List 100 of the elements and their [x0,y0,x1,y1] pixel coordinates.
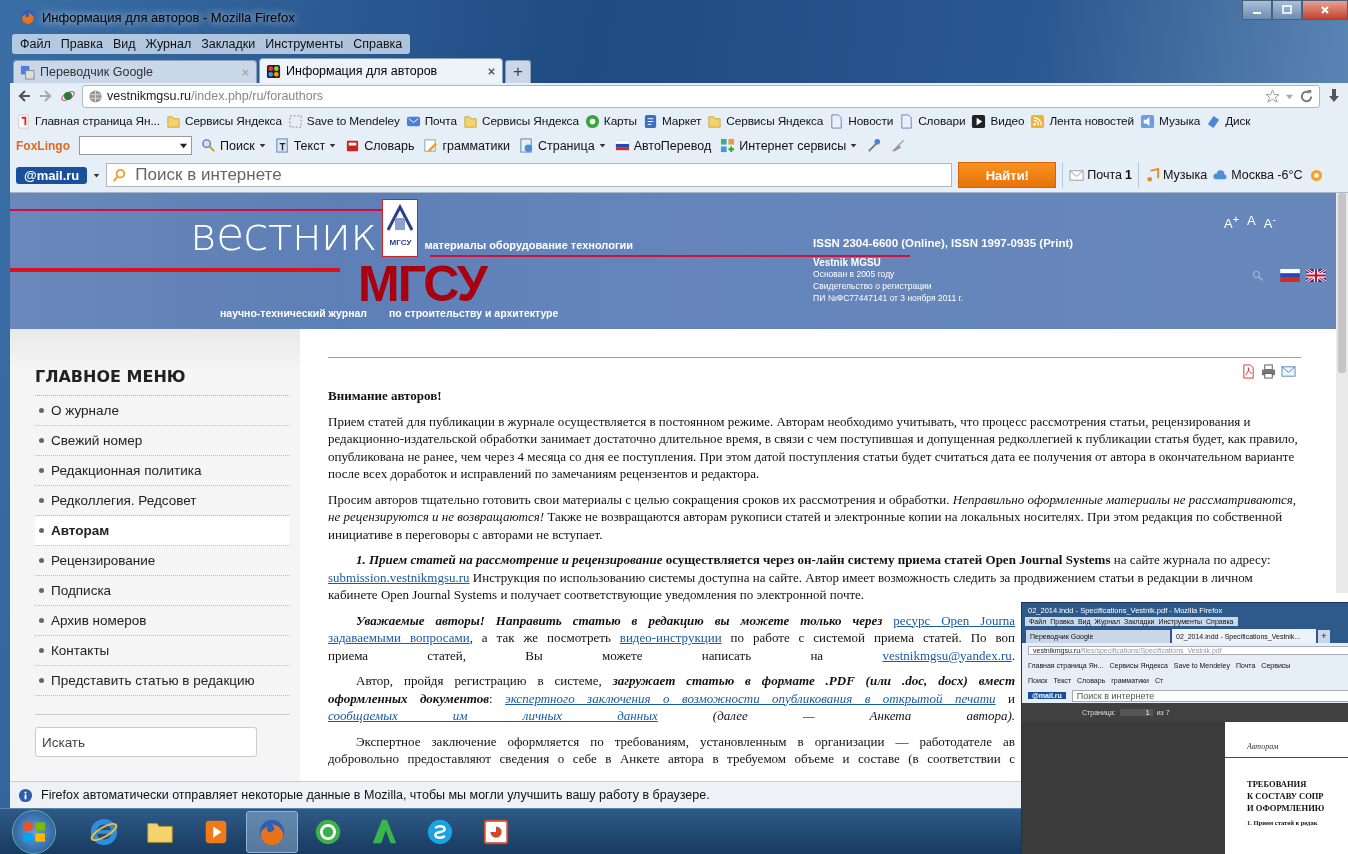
caret-icon[interactable] [93,171,101,179]
close-icon[interactable] [487,66,496,76]
pdf-icon[interactable] [1241,364,1256,379]
print-icon[interactable] [1261,364,1276,379]
journal-name: Vestnik MGSU [813,257,882,268]
bullet-icon [39,678,44,683]
mail-link[interactable]: Почта 1 [1069,167,1132,183]
dropdown-field[interactable] [79,136,192,155]
back-icon[interactable] [16,88,32,104]
link[interactable]: экспертного заключения о возможности опубликования в открытой печати [505,690,996,706]
bookmark-item[interactable]: Save to Mendeley [287,113,400,129]
toolbar-button[interactable]: Страница [518,138,606,153]
text-line: задаваемыми вопросами, а так же посмотреть видео-инструкции по работе с системой приема статей. По воп [328,629,1015,647]
menu-item[interactable]: Вид [108,36,140,52]
menu-item[interactable]: Файл [16,36,55,52]
link[interactable]: сообщаемых им личных данных [328,708,658,723]
menu-heading: ГЛАВНОЕ МЕНЮ [35,367,290,396]
bookmark-item[interactable]: Главная страница Ян... [16,113,160,129]
bookmark-item[interactable]: Карты [584,113,637,129]
toolbar-button[interactable]: Текст [274,138,337,153]
preview-window[interactable] [1021,602,1348,854]
menu-item[interactable]: Закладки [197,36,260,52]
bookmark-item[interactable]: Лента новостей [1030,113,1135,129]
toolbar-button[interactable]: Поиск [201,138,266,153]
pencil-icon [423,138,439,153]
wand-icon[interactable] [866,138,882,153]
new-tab-button[interactable]: + [505,60,531,83]
download-icon[interactable] [1326,88,1342,104]
bookmark-item[interactable]: Словари [899,113,966,129]
minimize-button[interactable] [1242,0,1272,20]
link[interactable]: ресурс Open Journa [893,612,1015,628]
font-size-button[interactable]: A$^{+}$ [1224,213,1240,232]
menu-item[interactable]: Свежий номер [35,426,290,456]
menu-item[interactable]: Журнал [141,36,196,52]
planet-icon[interactable] [60,88,76,104]
window-title: Информация для авторов - Mozilla Firefox [42,9,295,25]
text-line: сообщаемых им личных данных (далее — Анкета автора). [328,707,1015,725]
bookmark-item[interactable]: Маркет [643,113,702,129]
presentation-icon [481,817,511,847]
toolbar-button[interactable]: грамматики [423,138,510,153]
link[interactable]: submission.vestnikmgsu.ru [328,569,470,585]
bookmark-item[interactable]: Музыка [1140,113,1201,129]
text-line: добровольно предоставляют сведения о себе в Анкете автора в требуемом объеме и составе (в соответствии с [328,750,1015,768]
bookmark-item[interactable]: Видео [971,113,1025,129]
caret-icon [329,142,337,149]
menu-item[interactable]: Правка [56,36,107,52]
toolbar-button[interactable]: АвтоПеревод [614,138,712,153]
menu-item[interactable]: Редакционная политика [35,456,290,486]
bookmark-item[interactable]: Сервисы Яндекса [165,113,282,129]
bookmark-item[interactable]: Диск [1206,113,1251,129]
weather-link[interactable]: Москва -6°C [1213,167,1303,183]
scrollbar[interactable] [1336,193,1348,593]
at-circle-icon [313,817,343,847]
puzzle-logo-icon [266,63,281,79]
grid-icon [720,138,736,153]
star-icon[interactable] [1265,88,1280,104]
browser-tab[interactable]: Информация для авторов [259,58,503,83]
bookmark-item[interactable]: Новости [829,113,894,129]
music-note-icon [1145,167,1160,183]
link[interactable]: vestnikmgsu@yandex.ru [882,647,1012,663]
menu-item[interactable]: Инструменты [261,36,348,52]
browser-tab[interactable]: Переводчик Google [13,60,257,83]
font-size-button[interactable]: A$^{-}$ [1263,213,1276,232]
menu-item[interactable]: Авторам [35,516,290,546]
email-icon[interactable] [1281,364,1296,379]
document-icon [829,113,845,129]
close-button[interactable] [1302,0,1348,20]
toolbar-logo[interactable]: @mail.ru [16,166,88,184]
search-field[interactable]: Искать [35,727,257,757]
reload-icon[interactable] [1299,88,1314,104]
search-field[interactable]: Поиск в интернете [106,163,953,187]
font-size-button[interactable]: A [1247,213,1256,232]
menu-item[interactable]: Справка [349,36,407,52]
founded-text: Основан в 2005 году [813,268,896,280]
bookmark-item[interactable]: Сервисы Яндекса [707,113,824,129]
paragraph: Просим авторов тщательно готовить свои материалы с целью сокращения сроков их рассмотрения и обработки. Неправильно оформленные материалы не рассматриваются, не рецензируются и не возвращаются! Также не возвращаются авторам рукописи статей и электронные копии на локальных носителях. При этом редакция по собственной инициативе в переговоры с авторами не вступает. [328,490,1298,543]
menu-item[interactable]: Архив номеров [35,606,290,636]
flag-icon[interactable] [1306,269,1326,283]
bookmark-item[interactable]: Сервисы Яндекса [462,113,579,129]
bullet-icon [39,558,44,563]
link[interactable]: видео-инструкции [619,630,722,645]
text-line: Автор, пройдя регистрацию в системе, загружает статью в формате .PDF (или .doc, docx) вмест [355,672,1015,690]
toolbar-button[interactable]: Словарь [345,138,415,153]
menu-item[interactable]: Контакты [35,636,290,666]
address-bar[interactable]: vestnikmgsu.ru/index.php/ru/forauthors [82,84,1320,108]
toolbar-button[interactable]: Интернет сервисы [720,138,858,153]
caret-icon [850,142,858,149]
maximize-button[interactable] [1272,0,1302,20]
flag-icon[interactable] [1280,269,1300,283]
menu-item[interactable]: Рецензирование [35,546,290,576]
certificate-text: Свидетельство о регистрации [813,280,933,292]
globe-icon [88,88,103,104]
certificate-number: ПИ №ФС77447141 от 3 ноября 2011 г. [813,292,964,304]
music-link[interactable]: Музыка [1145,167,1208,183]
start-button[interactable] [12,810,56,854]
menu-item[interactable]: Представить статью в редакцию [35,666,290,696]
menu-item[interactable]: Подписка [35,576,290,606]
link[interactable]: задаваемыми вопросами [328,630,470,645]
menu-item[interactable]: О журнале [35,396,290,426]
bookmark-item[interactable]: Почта [405,113,457,129]
